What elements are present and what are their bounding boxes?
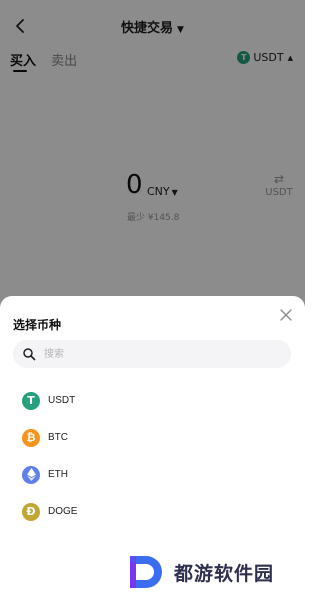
- coin-name: DOGE: [48, 506, 78, 517]
- dogecoin-icon: Ð: [22, 502, 40, 521]
- sheet-title: 选择币种: [13, 318, 62, 332]
- site-watermark: 都游软件园: [128, 552, 274, 592]
- tether-icon: T: [22, 391, 40, 410]
- coin-name: ETH: [48, 469, 68, 480]
- coin-option-usdt[interactable]: T USDT: [22, 382, 77, 419]
- close-icon[interactable]: [279, 308, 293, 322]
- coin-option-doge[interactable]: Ð DOGE: [22, 493, 77, 530]
- coin-name: BTC: [48, 432, 68, 443]
- search-input[interactable]: [42, 347, 276, 361]
- coin-option-eth[interactable]: ETH: [22, 456, 77, 493]
- coin-list: T USDT ₿ BTC ETH Ð DOGE: [22, 382, 77, 530]
- watermark-logo-icon: [130, 556, 162, 588]
- coin-name: USDT: [48, 395, 76, 406]
- coin-option-btc[interactable]: ₿ BTC: [22, 419, 77, 456]
- watermark-text: 都游软件园: [174, 562, 275, 585]
- search-box: [13, 340, 291, 368]
- search-icon: [23, 348, 36, 361]
- bitcoin-icon: ₿: [22, 428, 40, 447]
- ethereum-icon: [22, 465, 40, 484]
